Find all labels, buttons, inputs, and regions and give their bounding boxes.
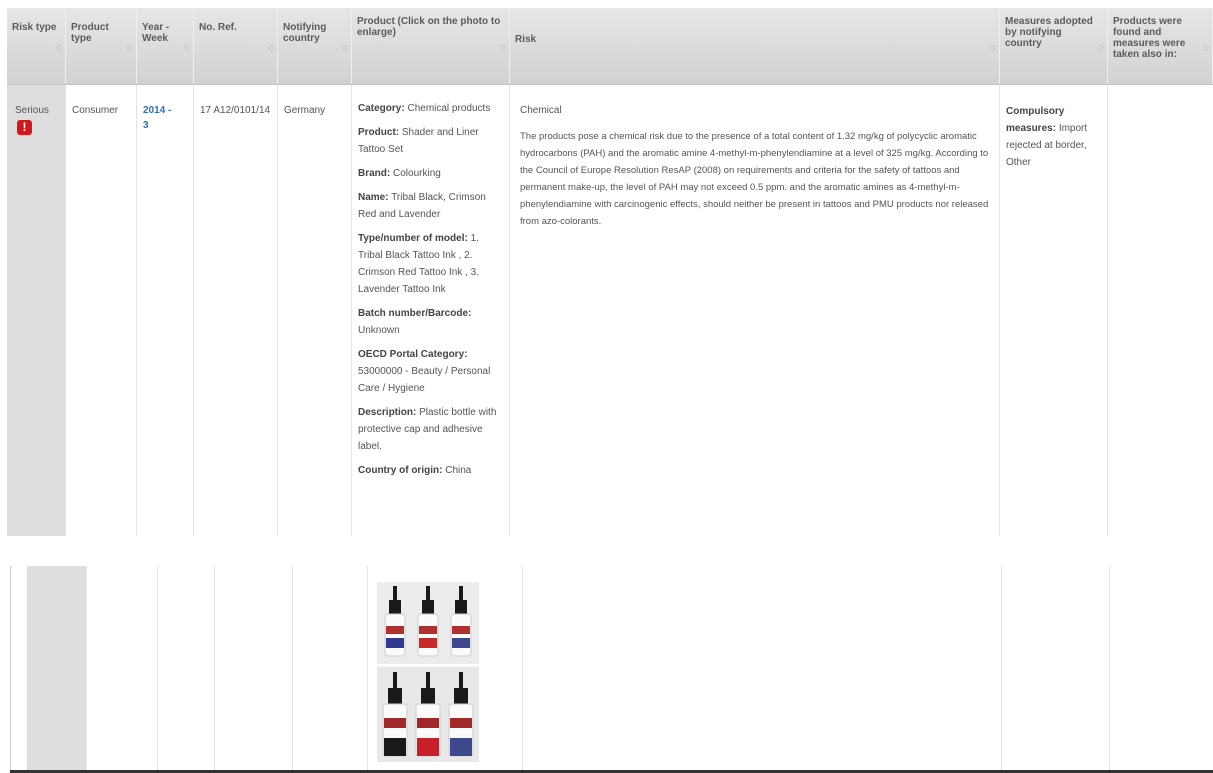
product-model: Type/number of model: 1. Tribal Black Ta…	[358, 233, 479, 295]
bottle-photo-bottom	[377, 667, 479, 762]
cell-notifying-country-continued	[293, 566, 368, 773]
cell-no-ref-continued	[215, 566, 293, 773]
header-product[interactable]: Product (Click on the photo to enlarge) …	[352, 8, 510, 84]
header-notifying-country[interactable]: Notifying country ◇	[278, 8, 352, 84]
sort-icon[interactable]: ◇	[268, 42, 274, 53]
risk-description: The products pose a chemical risk due to…	[520, 131, 989, 227]
cell-year-week: 2014 - 3	[137, 85, 194, 536]
product-batch: Batch number/Barcode: Unknown	[358, 308, 472, 336]
cell-products-found-continued	[1110, 566, 1213, 773]
product-brand: Brand: Colourking	[358, 168, 441, 179]
table-header: Risk type ◇ Product type ◇ Year - Week ◇…	[7, 8, 1213, 85]
header-product-type[interactable]: Product type ◇	[66, 8, 137, 84]
cell-risk-type: Serious !	[7, 85, 66, 536]
cell-risk-continued	[523, 566, 1002, 773]
header-risk-type[interactable]: Risk type ◇	[7, 8, 66, 84]
cell-no-ref: 17 A12/0101/14	[194, 85, 278, 536]
header-year-week[interactable]: Year - Week ◇	[137, 8, 194, 84]
sort-icon[interactable]: ◇	[990, 42, 996, 53]
results-table: Risk type ◇ Product type ◇ Year - Week ◇…	[7, 8, 1213, 536]
cell-risk-type-continued	[27, 566, 87, 773]
risk-category: Chemical	[520, 105, 562, 116]
header-measures[interactable]: Measures adopted by notifying country ◇	[1000, 8, 1108, 84]
measures-label: Compulsory measures:	[1006, 106, 1065, 134]
product-category: Category: Chemical products	[358, 103, 491, 114]
bottle-photo-top	[377, 582, 479, 664]
product-photo[interactable]	[377, 582, 479, 762]
cell-products-found	[1108, 85, 1213, 536]
header-risk[interactable]: Risk ◇	[510, 8, 1000, 84]
cell-product-type: Consumer	[66, 85, 137, 536]
cell-measures-continued	[1002, 566, 1110, 773]
year-week-link[interactable]: 2014 - 3	[143, 105, 171, 131]
header-no-ref[interactable]: No. Ref. ◇	[194, 8, 278, 84]
results-table-continued	[10, 566, 1213, 773]
sort-icon[interactable]: ◇	[1203, 42, 1209, 53]
cell-measures: Compulsory measures: Import rejected at …	[1000, 85, 1108, 536]
product-variant-name: Name: Tribal Black, Crimson Red and Lave…	[358, 192, 486, 220]
sort-icon[interactable]: ◇	[500, 42, 506, 53]
sort-icon[interactable]: ◇	[342, 42, 348, 53]
product-origin: Country of origin: China	[358, 465, 472, 476]
cell-risk: Chemical The products pose a chemical ri…	[510, 85, 1000, 536]
risk-level-text: Serious	[15, 105, 49, 116]
tattoo-ink-bottles-image[interactable]	[377, 582, 479, 762]
sort-icon[interactable]: ◇	[1098, 42, 1104, 53]
product-name: Product: Shader and Liner Tattoo Set	[358, 127, 479, 155]
product-oecd-category: OECD Portal Category: 53000000 - Beauty …	[358, 349, 491, 394]
product-description: Description: Plastic bottle with protect…	[358, 407, 497, 452]
exclamation-icon: !	[17, 120, 32, 135]
sort-icon[interactable]: ◇	[127, 42, 133, 53]
cell-product-continued	[368, 566, 523, 773]
cell-product: Category: Chemical products Product: Sha…	[352, 85, 510, 536]
cell-notifying-country: Germany	[278, 85, 352, 536]
header-products-found[interactable]: Products were found and measures were ta…	[1108, 8, 1213, 84]
cell-product-type-continued	[87, 566, 158, 773]
sort-icon[interactable]: ◇	[184, 42, 190, 53]
sort-icon[interactable]: ◇	[56, 42, 62, 53]
cell-year-week-continued	[158, 566, 215, 773]
